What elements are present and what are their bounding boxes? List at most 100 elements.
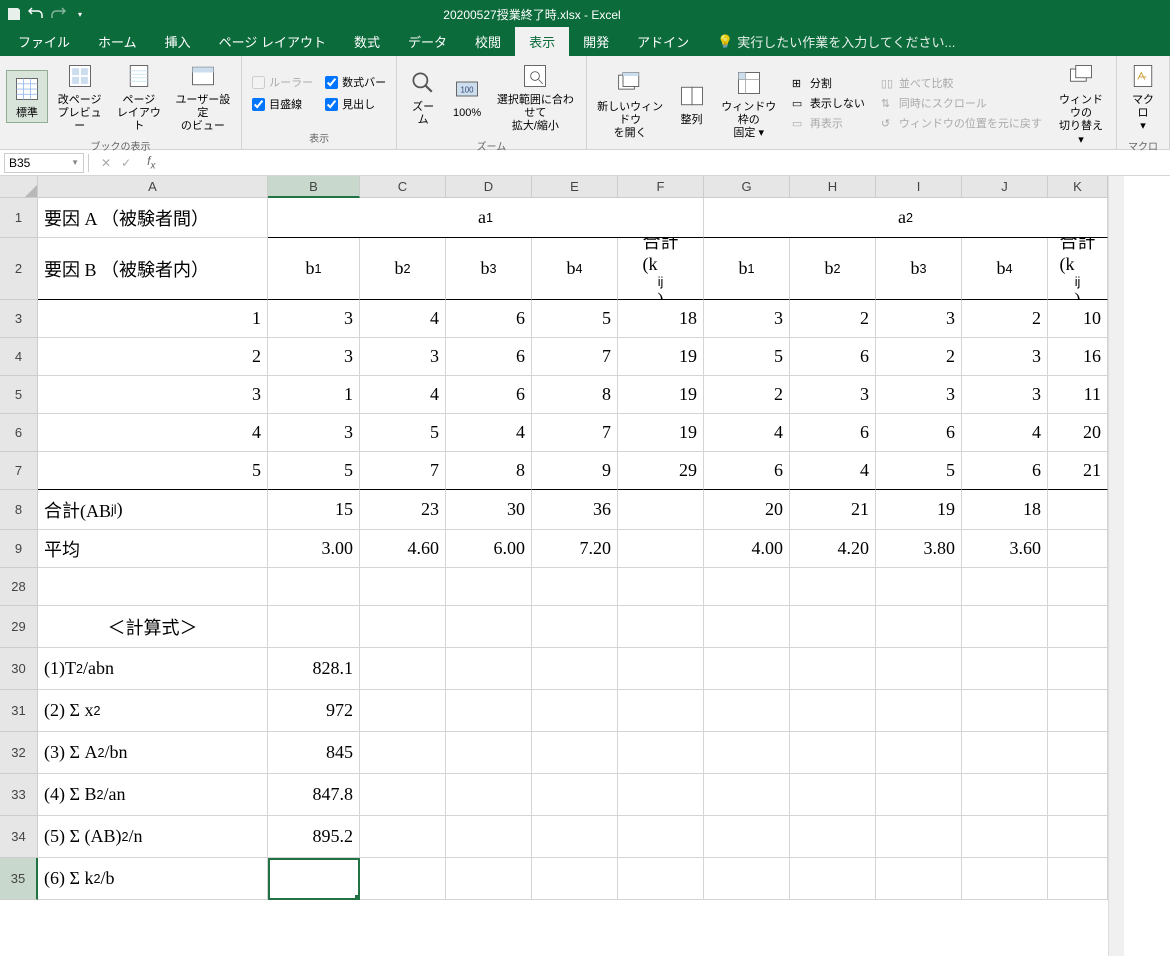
cell-D7[interactable]: 8 [446,452,532,490]
cell-B28[interactable] [268,568,360,606]
cell-H35[interactable] [790,858,876,900]
cell-B9[interactable]: 3.00 [268,530,360,568]
cell-J32[interactable] [962,732,1048,774]
cell-J31[interactable] [962,690,1048,732]
cell-D30[interactable] [446,648,532,690]
cell-H4[interactable]: 6 [790,338,876,376]
row-header-8[interactable]: 8 [0,490,38,530]
col-header-J[interactable]: J [962,176,1048,198]
col-header-F[interactable]: F [618,176,704,198]
cell-J9[interactable]: 3.60 [962,530,1048,568]
cell-K4[interactable]: 16 [1048,338,1108,376]
cell-H7[interactable]: 4 [790,452,876,490]
cell-I5[interactable]: 3 [876,376,962,414]
cell-G31[interactable] [704,690,790,732]
cell-J34[interactable] [962,816,1048,858]
cell-K3[interactable]: 10 [1048,300,1108,338]
cell-H34[interactable] [790,816,876,858]
tab-formulas[interactable]: 数式 [340,27,394,56]
cell-K29[interactable] [1048,606,1108,648]
cell-G6[interactable]: 4 [704,414,790,452]
cell-G7[interactable]: 6 [704,452,790,490]
check-ruler[interactable]: ルーラー [252,74,313,90]
cell-A9[interactable]: 平均 [38,530,268,568]
tab-view[interactable]: 表示 [515,27,569,56]
cell-G9[interactable]: 4.00 [704,530,790,568]
cell-K31[interactable] [1048,690,1108,732]
zoom-selection-button[interactable]: 選択範囲に合わせて 拡大/縮小 [491,58,580,136]
cell-I29[interactable] [876,606,962,648]
cell-I4[interactable]: 2 [876,338,962,376]
cell-G8[interactable]: 20 [704,490,790,530]
cell-B6[interactable]: 3 [268,414,360,452]
cell-I7[interactable]: 5 [876,452,962,490]
cell-G34[interactable] [704,816,790,858]
cell-K9[interactable] [1048,530,1108,568]
cell-H6[interactable]: 6 [790,414,876,452]
cell-C6[interactable]: 5 [360,414,446,452]
cell-A29[interactable]: ＜計算式＞ [38,606,268,648]
zoom-100-button[interactable]: 100 100% [447,71,487,122]
cell-J5[interactable]: 3 [962,376,1048,414]
select-all-corner[interactable] [0,176,38,198]
view-normal-button[interactable]: 標準 [6,70,48,123]
cell-I9[interactable]: 3.80 [876,530,962,568]
cell-I28[interactable] [876,568,962,606]
cell-I34[interactable] [876,816,962,858]
cell-A31[interactable]: (2) Σ x2 [38,690,268,732]
cell-G35[interactable] [704,858,790,900]
new-window-button[interactable]: 新しいウィンドウ を開く [593,65,668,143]
cell-E34[interactable] [532,816,618,858]
cell-G1-merged[interactable]: a2 [704,198,1108,238]
save-icon[interactable] [6,6,22,22]
cell-J7[interactable]: 6 [962,452,1048,490]
cell-E32[interactable] [532,732,618,774]
cell-I8[interactable]: 19 [876,490,962,530]
cell-F33[interactable] [618,774,704,816]
cell-J3[interactable]: 2 [962,300,1048,338]
cell-I33[interactable] [876,774,962,816]
row-header-33[interactable]: 33 [0,774,38,816]
cell-J28[interactable] [962,568,1048,606]
qat-dropdown-icon[interactable]: ▾ [72,6,88,22]
cell-H5[interactable]: 3 [790,376,876,414]
cell-C28[interactable] [360,568,446,606]
cell-B34[interactable]: 895.2 [268,816,360,858]
row-header-1[interactable]: 1 [0,198,38,238]
cell-C5[interactable]: 4 [360,376,446,414]
cell-F29[interactable] [618,606,704,648]
tab-home[interactable]: ホーム [84,27,151,56]
cell-A8[interactable]: 合計(ABjl) [38,490,268,530]
cell-A3[interactable]: 1 [38,300,268,338]
row-header-3[interactable]: 3 [0,300,38,338]
cell-E4[interactable]: 7 [532,338,618,376]
view-pagelayout-button[interactable]: ページ レイアウト [111,58,166,136]
cell-H29[interactable] [790,606,876,648]
redo-icon[interactable] [50,6,66,22]
cell-I30[interactable] [876,648,962,690]
cell-B31[interactable]: 972 [268,690,360,732]
fx-icon[interactable]: fx [143,154,159,171]
cell-A34[interactable]: (5) Σ (AB)2/n [38,816,268,858]
row-header-6[interactable]: 6 [0,414,38,452]
cell-K32[interactable] [1048,732,1108,774]
col-header-D[interactable]: D [446,176,532,198]
cell-F30[interactable] [618,648,704,690]
cell-I2[interactable]: b3 [876,238,962,300]
cell-G4[interactable]: 5 [704,338,790,376]
cell-E2[interactable]: b4 [532,238,618,300]
cell-D33[interactable] [446,774,532,816]
cell-C30[interactable] [360,648,446,690]
cell-A2[interactable]: 要因 B （被験者内） [38,238,268,300]
tab-data[interactable]: データ [394,27,461,56]
cell-B7[interactable]: 5 [268,452,360,490]
cell-A33[interactable]: (4) Σ B2/an [38,774,268,816]
col-header-G[interactable]: G [704,176,790,198]
row-header-29[interactable]: 29 [0,606,38,648]
cell-B4[interactable]: 3 [268,338,360,376]
cell-F4[interactable]: 19 [618,338,704,376]
cell-F3[interactable]: 18 [618,300,704,338]
col-header-B[interactable]: B [268,176,360,198]
cell-K34[interactable] [1048,816,1108,858]
cell-K6[interactable]: 20 [1048,414,1108,452]
